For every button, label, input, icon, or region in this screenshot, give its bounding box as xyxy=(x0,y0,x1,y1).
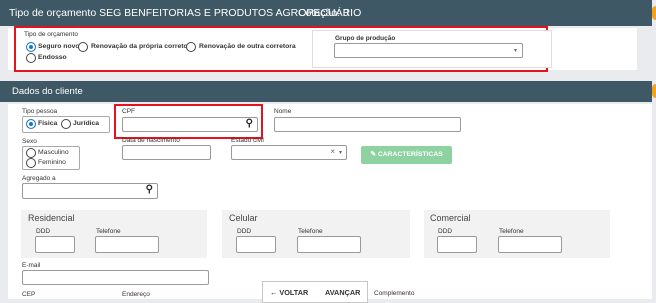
radio-seguro-novo[interactable] xyxy=(26,42,36,52)
email-label: E-mail xyxy=(22,262,41,269)
caracteristicas-label: CARACTERÍSTICAS xyxy=(377,151,443,158)
endereco-label: Endereço xyxy=(122,291,150,298)
search-icon[interactable]: ⚲ xyxy=(146,184,153,195)
radio-feminino[interactable] xyxy=(26,158,36,168)
caret-down-icon: ▾ xyxy=(338,150,342,156)
residencial-ddd-label: DDD xyxy=(36,228,51,235)
celular-ddd-label: DDD xyxy=(237,228,252,235)
renovacao-propria-label: Renovação da própria corretora xyxy=(91,43,195,50)
residencial-telefone-input[interactable] xyxy=(95,236,159,253)
comercial-telefone-label: Telefone xyxy=(499,228,524,235)
comercial-ddd-input[interactable] xyxy=(437,236,477,253)
voltar-button[interactable]: ← VOLTAR xyxy=(270,288,308,297)
celular-ddd-input[interactable] xyxy=(236,236,276,253)
celular-title: Celular xyxy=(229,213,258,223)
email-input[interactable] xyxy=(22,270,209,285)
renovacao-outra-label: Renovação de outra corretora xyxy=(199,43,296,50)
fisica-label: Física xyxy=(38,120,58,127)
residencial-ddd-input[interactable] xyxy=(35,236,75,253)
agregado-input[interactable]: ⚲ xyxy=(22,183,158,199)
celular-telefone-label: Telefone xyxy=(298,228,323,235)
estado-civil-label: Estado civil xyxy=(231,137,264,144)
dados-cliente-header: Dados do cliente xyxy=(0,81,652,102)
radio-fisica[interactable] xyxy=(26,119,36,129)
celular-telefone-input[interactable] xyxy=(297,236,361,253)
data-nascimento-label: Data de nascimento xyxy=(122,137,180,144)
clear-icon[interactable]: × xyxy=(330,147,335,156)
cotacao-label: Cotação: 0 xyxy=(298,7,349,19)
cpf-input[interactable]: ⚲ xyxy=(122,117,258,132)
page-header: Tipo de orçamento SEG BENFEITORIAS E PRO… xyxy=(0,0,652,26)
radio-endosso[interactable] xyxy=(26,53,36,63)
cep-label: CEP xyxy=(22,291,36,298)
residencial-title: Residencial xyxy=(28,213,75,223)
cpf-label: CPF xyxy=(122,108,135,115)
agregado-label: Agregado a xyxy=(22,175,56,182)
radio-masculino[interactable] xyxy=(26,148,36,158)
search-icon[interactable]: ⚲ xyxy=(246,118,253,129)
nav-bar: ← VOLTAR AVANÇAR xyxy=(262,281,368,303)
feminino-label: Feminino xyxy=(38,159,66,166)
seguro-novo-label: Seguro novo xyxy=(38,43,80,50)
grupo-producao-select[interactable]: ▾ xyxy=(334,43,523,58)
masculino-label: Masculino xyxy=(38,149,69,156)
nome-label: Nome xyxy=(274,108,292,115)
caracteristicas-button[interactable]: ✎ CARACTERÍSTICAS xyxy=(361,146,452,164)
radio-juridica[interactable] xyxy=(61,119,71,129)
avancar-button[interactable]: AVANÇAR xyxy=(325,288,360,297)
data-nascimento-input[interactable] xyxy=(122,145,211,160)
caret-down-icon: ▾ xyxy=(513,48,517,54)
side-tab-top[interactable] xyxy=(652,6,656,20)
radio-renovacao-outra[interactable] xyxy=(186,42,196,52)
complemento-label: Complemento xyxy=(374,290,415,297)
endosso-label: Endosso xyxy=(38,54,67,61)
edit-icon: ✎ xyxy=(370,151,378,158)
comercial-title: Comercial xyxy=(430,213,471,223)
comercial-ddd-label: DDD xyxy=(438,228,453,235)
side-tab-middle[interactable] xyxy=(652,84,656,98)
juridica-label: Jurídica xyxy=(73,120,100,127)
dados-cliente-title: Dados do cliente xyxy=(12,86,83,97)
tipo-orcamento-label: Tipo de orçamento xyxy=(24,31,78,38)
sexo-label: Sexo xyxy=(22,138,37,145)
residencial-telefone-label: Telefone xyxy=(96,228,121,235)
comercial-telefone-input[interactable] xyxy=(498,236,562,253)
tipo-pessoa-label: Tipo pessoa xyxy=(22,108,58,115)
estado-civil-select[interactable]: × ▾ xyxy=(231,145,347,160)
nome-input[interactable] xyxy=(274,117,461,132)
radio-renovacao-propria[interactable] xyxy=(78,42,88,52)
grupo-producao-label: Grupo de produção xyxy=(335,35,396,42)
